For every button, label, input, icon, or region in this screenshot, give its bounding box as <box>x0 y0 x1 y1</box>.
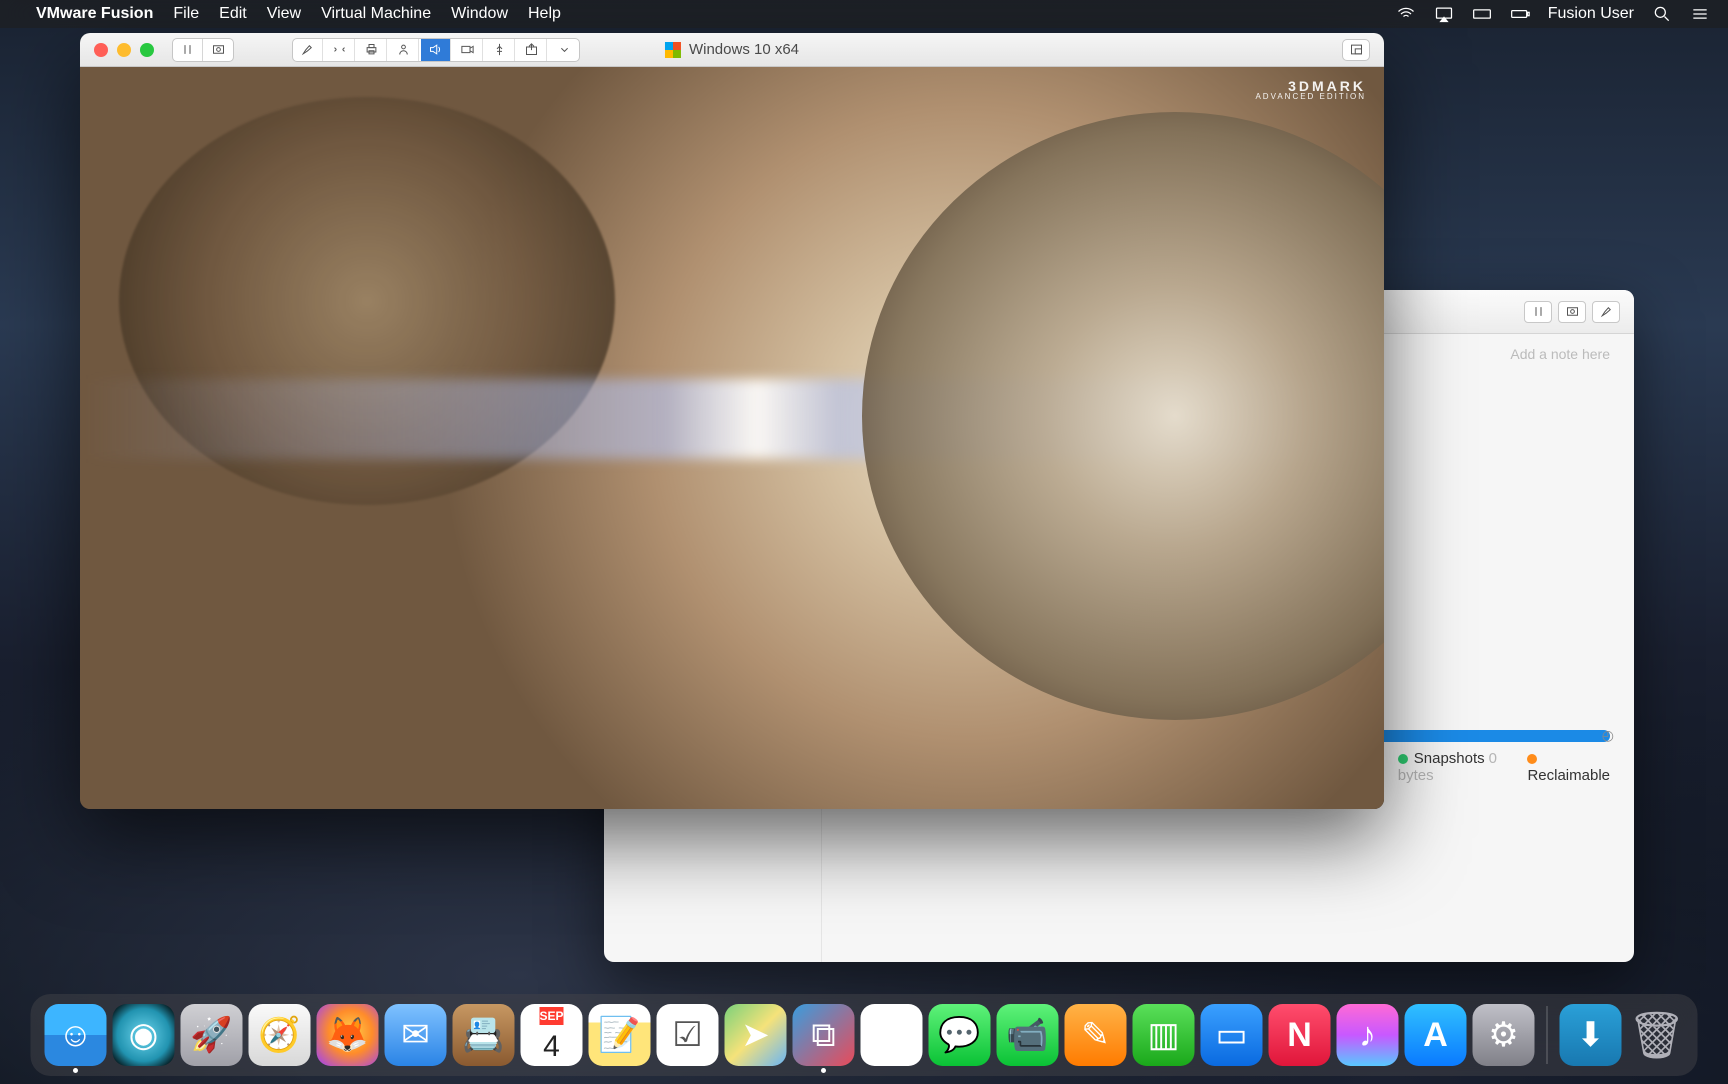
dock-finder[interactable]: ☺ <box>45 1004 107 1066</box>
dock-facetime[interactable]: 📹 <box>997 1004 1059 1066</box>
vm-display[interactable]: 3DMARK ADVANCED EDITION <box>80 67 1384 809</box>
menu-help[interactable]: Help <box>528 5 561 23</box>
dock-contacts[interactable]: 📇 <box>453 1004 515 1066</box>
windows-flag-icon <box>665 42 681 58</box>
legend-reclaimable: Reclaimable <box>1527 767 1610 784</box>
menubar-app-name[interactable]: VMware Fusion <box>36 5 153 23</box>
dock-notes[interactable]: 📝 <box>589 1004 651 1066</box>
dock-safari[interactable]: 🧭 <box>249 1004 311 1066</box>
calendar-month: SEP <box>539 1007 563 1025</box>
camera-icon[interactable] <box>453 39 483 61</box>
expand-icon[interactable] <box>325 39 355 61</box>
dock-itunes[interactable]: ♪ <box>1337 1004 1399 1066</box>
dock-firefox[interactable]: 🦊 <box>317 1004 379 1066</box>
spotlight-icon[interactable] <box>1652 4 1672 24</box>
add-note-placeholder[interactable]: Add a note here <box>1510 346 1610 362</box>
dock-system-preferences[interactable]: ⚙︎ <box>1473 1004 1535 1066</box>
window-title-text: Windows 10 x64 <box>689 41 799 58</box>
snapshot-button[interactable] <box>203 39 233 61</box>
dock-vmware-fusion[interactable]: ⧉ <box>793 1004 855 1066</box>
usb-icon[interactable] <box>485 39 515 61</box>
dock-reminders[interactable]: ☑︎ <box>657 1004 719 1066</box>
library-pause-button[interactable] <box>1524 301 1552 323</box>
menu-view[interactable]: View <box>267 5 301 23</box>
dock-numbers[interactable]: ▥ <box>1133 1004 1195 1066</box>
lens-flare <box>80 379 1384 459</box>
dock-launchpad[interactable]: 🚀 <box>181 1004 243 1066</box>
legend-snapshots: Snapshots <box>1414 750 1485 767</box>
dock-mail[interactable]: ✉︎ <box>385 1004 447 1066</box>
dock: ☺ ◉ 🚀 🧭 🦊 ✉︎ 📇 SEP 4 📝 ☑︎ ➤ ⧉ ✿ 💬 📹 ✎ ▥ … <box>31 994 1698 1076</box>
fullscreen-icon[interactable] <box>1342 39 1370 61</box>
menu-virtual-machine[interactable]: Virtual Machine <box>321 5 431 23</box>
minimize-button[interactable] <box>117 43 131 57</box>
battery-icon[interactable] <box>1510 4 1530 24</box>
dock-maps[interactable]: ➤ <box>725 1004 787 1066</box>
vm-device-group <box>292 38 580 62</box>
menubar: VMware Fusion File Edit View Virtual Mac… <box>0 0 1728 28</box>
dock-downloads[interactable]: ⬇︎ <box>1560 1004 1622 1066</box>
dock-calendar[interactable]: SEP 4 <box>521 1004 583 1066</box>
menu-list-icon[interactable] <box>1690 4 1710 24</box>
network-icon[interactable] <box>389 39 419 61</box>
chevron-down-icon[interactable] <box>549 39 579 61</box>
sound-icon[interactable] <box>421 39 451 61</box>
library-settings-button[interactable] <box>1592 301 1620 323</box>
vm-window: Windows 10 x64 3DMARK ADVANCED EDITION <box>80 33 1384 809</box>
settings-icon[interactable] <box>293 39 323 61</box>
menu-window[interactable]: Window <box>451 5 508 23</box>
share-icon[interactable] <box>517 39 547 61</box>
vm-toolbar: Windows 10 x64 <box>80 33 1384 67</box>
dock-separator <box>1547 1006 1548 1064</box>
benchmark-watermark: 3DMARK ADVANCED EDITION <box>1255 79 1366 101</box>
menu-file[interactable]: File <box>173 5 199 23</box>
window-title: Windows 10 x64 <box>665 41 799 58</box>
dock-appstore[interactable]: A <box>1405 1004 1467 1066</box>
wifi-icon[interactable] <box>1396 4 1416 24</box>
calendar-day: 4 <box>543 1030 560 1064</box>
library-snapshot-button[interactable] <box>1558 301 1586 323</box>
keyboard-icon[interactable] <box>1472 4 1492 24</box>
dock-keynote[interactable]: ▭ <box>1201 1004 1263 1066</box>
dock-siri[interactable]: ◉ <box>113 1004 175 1066</box>
dock-news[interactable]: N <box>1269 1004 1331 1066</box>
airplay-icon[interactable] <box>1434 4 1454 24</box>
window-traffic-lights <box>94 43 154 57</box>
vm-power-segment <box>172 38 234 62</box>
printer-icon[interactable] <box>357 39 387 61</box>
dock-pages[interactable]: ✎ <box>1065 1004 1127 1066</box>
zoom-button[interactable] <box>140 43 154 57</box>
dock-trash[interactable]: 🗑 <box>1628 1004 1684 1066</box>
close-button[interactable] <box>94 43 108 57</box>
menu-edit[interactable]: Edit <box>219 5 247 23</box>
pause-button[interactable] <box>173 39 203 61</box>
dock-photos[interactable]: ✿ <box>861 1004 923 1066</box>
dock-messages[interactable]: 💬 <box>929 1004 991 1066</box>
menubar-user[interactable]: Fusion User <box>1548 5 1634 23</box>
